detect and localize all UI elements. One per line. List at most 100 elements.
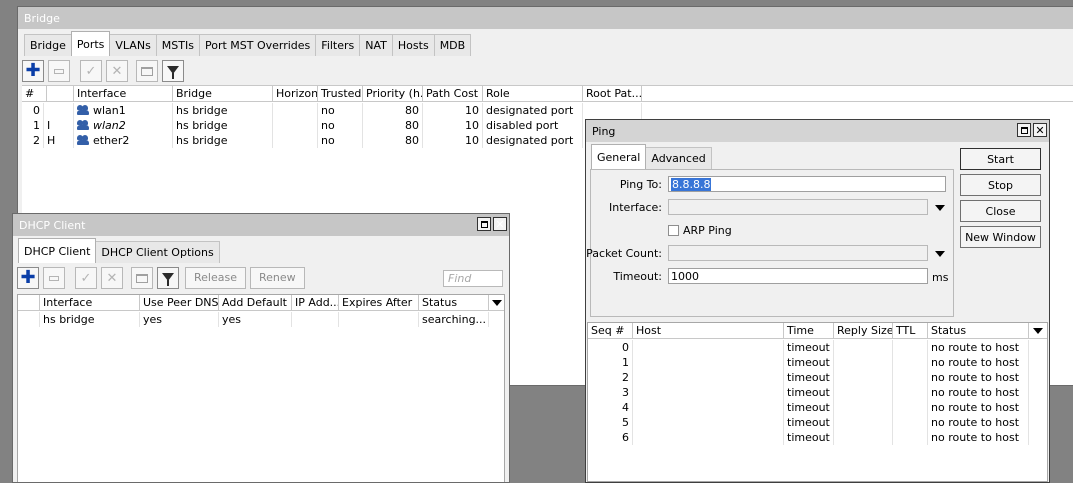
cell-use-peer-dns: yes [140, 312, 219, 327]
col-status[interactable]: Status [928, 323, 1029, 339]
cell-seq: 3 [588, 385, 633, 400]
interface-select[interactable] [668, 199, 928, 215]
col-seq[interactable]: Seq # [588, 323, 633, 339]
cell-seq: 2 [588, 370, 633, 385]
filter-button[interactable] [157, 267, 179, 289]
close-window-button[interactable]: ✕ [493, 217, 507, 231]
packet-count-select[interactable] [668, 245, 928, 261]
interface-dropdown-icon[interactable] [935, 205, 945, 211]
enable-button[interactable]: ✓ [80, 60, 102, 82]
remove-button[interactable] [43, 267, 65, 289]
table-row[interactable]: 2 timeout no route to host [588, 370, 1029, 385]
col-horizon[interactable]: Horizon [273, 86, 318, 102]
col-num[interactable]: # [22, 86, 47, 102]
tab-dhcp-client[interactable]: DHCP Client [18, 238, 97, 263]
cell-status: no route to host [928, 370, 1029, 385]
table-row[interactable]: 4 timeout no route to host [588, 400, 1029, 415]
filter-button[interactable] [162, 60, 184, 82]
ping-titlebar[interactable]: Ping ✕ [586, 120, 1049, 142]
tab-ports[interactable]: Ports [70, 31, 111, 56]
col-bridge[interactable]: Bridge [173, 86, 273, 102]
col-add-default[interactable]: Add Default ... [219, 295, 292, 311]
cell-reply-size [834, 400, 893, 415]
check-icon: ✓ [85, 63, 97, 79]
col-use-peer-dns[interactable]: Use Peer DNS [140, 295, 219, 311]
maximize-icon [1020, 126, 1028, 134]
add-button[interactable]: ✚ [17, 267, 39, 289]
col-blank[interactable] [18, 295, 40, 311]
tab-bridge[interactable]: Bridge [24, 34, 72, 56]
cell-expires-after [339, 312, 419, 327]
table-row[interactable]: hs bridge yes yes searching... [18, 312, 489, 327]
comment-button[interactable] [131, 267, 153, 289]
col-status[interactable]: Status [419, 295, 489, 311]
new-window-button[interactable]: New Window [960, 226, 1041, 248]
dhcp-tabs: DHCP Client DHCP Client Options [18, 238, 220, 263]
find-input[interactable]: Find [443, 270, 503, 287]
arp-ping-checkbox[interactable] [668, 225, 679, 236]
col-flag[interactable] [47, 86, 74, 102]
col-path-cost[interactable]: Path Cost [423, 86, 483, 102]
ping-to-label: Ping To: [619, 178, 662, 191]
col-root-path[interactable]: Root Pat... [583, 86, 642, 102]
table-row[interactable]: 2 H ether2 hs bridge no 80 10 designated… [22, 133, 642, 148]
window-title: Ping [592, 125, 616, 138]
cell-role: designated port [483, 133, 583, 148]
col-host[interactable]: Host [633, 323, 784, 339]
timeout-input[interactable]: 1000 [668, 268, 928, 284]
dhcp-titlebar[interactable]: DHCP Client ✕ [13, 214, 509, 236]
disable-button[interactable]: ✕ [106, 60, 128, 82]
tab-hosts[interactable]: Hosts [391, 34, 435, 56]
cell-role: disabled port [483, 118, 583, 133]
tab-advanced[interactable]: Advanced [645, 147, 712, 169]
comment-button[interactable] [136, 60, 158, 82]
enable-button[interactable]: ✓ [75, 267, 97, 289]
col-ip-address[interactable]: IP Add... [292, 295, 339, 311]
renew-button[interactable]: Renew [249, 267, 305, 289]
table-row[interactable]: 1 timeout no route to host [588, 355, 1029, 370]
bridge-titlebar[interactable]: Bridge [18, 7, 1073, 29]
add-button[interactable]: ✚ [22, 60, 44, 82]
col-role[interactable]: Role [483, 86, 583, 102]
tab-vlans[interactable]: VLANs [109, 34, 157, 56]
cell-num: 2 [22, 133, 44, 148]
table-row[interactable]: 1 I wlan2 hs bridge no 80 10 disabled po… [22, 118, 642, 133]
col-time[interactable]: Time [784, 323, 834, 339]
col-ttl[interactable]: TTL [893, 323, 928, 339]
col-interface[interactable]: Interface [40, 295, 140, 311]
cell-role: designated port [483, 103, 583, 118]
table-row[interactable]: 6 timeout no route to host [588, 430, 1029, 445]
tab-mdb[interactable]: MDB [433, 34, 472, 56]
table-row[interactable]: 5 timeout no route to host [588, 415, 1029, 430]
tab-general[interactable]: General [591, 144, 647, 169]
tab-dhcp-client-options[interactable]: DHCP Client Options [95, 241, 220, 263]
col-interface[interactable]: Interface [74, 86, 173, 102]
table-row[interactable]: 3 timeout no route to host [588, 385, 1029, 400]
close-button[interactable]: Close [960, 200, 1041, 222]
ping-table-header: Seq # Host Time Reply Size TTL Status [588, 323, 1047, 339]
stop-button[interactable]: Stop [960, 174, 1041, 196]
column-menu-icon[interactable] [492, 300, 502, 306]
table-row[interactable]: 0 timeout no route to host [588, 340, 1029, 355]
start-button[interactable]: Start [960, 148, 1041, 170]
close-window-button[interactable]: ✕ [1033, 123, 1047, 137]
tab-filters[interactable]: Filters [315, 34, 361, 56]
col-reply-size[interactable]: Reply Size [834, 323, 893, 339]
col-expires-after[interactable]: Expires After [339, 295, 419, 311]
column-menu-icon[interactable] [1033, 328, 1043, 334]
tab-port-mst-overrides[interactable]: Port MST Overrides [198, 34, 317, 56]
packet-count-dropdown-icon[interactable] [935, 251, 945, 257]
interface-icon [77, 135, 90, 145]
table-row[interactable]: 0 wlan1 hs bridge no 80 10 designated po… [22, 103, 642, 118]
ping-to-input[interactable]: 8.8.8.8 [668, 176, 946, 192]
remove-button[interactable] [48, 60, 70, 82]
release-button[interactable]: Release [185, 267, 246, 289]
disable-button[interactable]: ✕ [101, 267, 123, 289]
maximize-button[interactable] [1017, 123, 1031, 137]
col-priority[interactable]: Priority (h... [363, 86, 423, 102]
tab-nat[interactable]: NAT [359, 34, 393, 56]
maximize-button[interactable] [477, 217, 491, 231]
tab-mstis[interactable]: MSTIs [155, 34, 200, 56]
col-trusted[interactable]: Trusted [318, 86, 363, 102]
cell-trusted: no [318, 118, 363, 133]
